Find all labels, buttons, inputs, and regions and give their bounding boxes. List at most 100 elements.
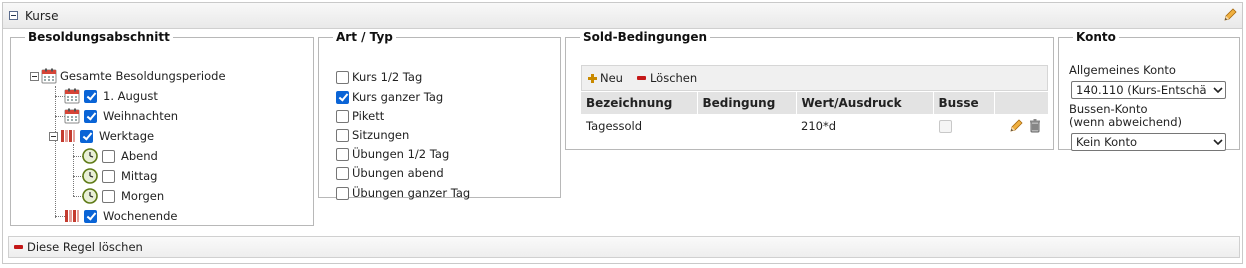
checkbox-abend[interactable] — [102, 149, 115, 163]
sold-table: Bezeichnung Bedingung Wert/Ausdruck Buss… — [581, 92, 1049, 137]
chevron-down-icon — [1211, 87, 1225, 93]
cell-actions — [994, 114, 1048, 137]
bussen-konto-value: Kein Konto — [1076, 135, 1138, 149]
cell-bedingung — [697, 114, 796, 137]
clock-icon — [82, 188, 98, 204]
art-option: Pikett — [336, 107, 384, 125]
column-header[interactable]: Bezeichnung — [581, 92, 698, 115]
table-row[interactable]: Tagessold 210*d — [581, 114, 1048, 137]
checkbox-uebungen-abend[interactable] — [336, 166, 349, 180]
tree-collapse-icon[interactable] — [30, 71, 39, 81]
tree-item-label: Morgen — [121, 189, 165, 203]
table-header-row: Bezeichnung Bedingung Wert/Ausdruck Buss… — [581, 92, 1049, 115]
art-option: Kurs ganzer Tag — [336, 88, 443, 106]
allgemeines-konto-select[interactable]: 140.110 (Kurs-Entschä — [1071, 81, 1226, 99]
delete-rule-label: Diese Regel löschen — [27, 240, 143, 254]
tree-root: Gesamte Besoldungsperiode — [30, 66, 226, 86]
checkbox-kurs-ganzer-tag[interactable] — [336, 90, 349, 104]
tree-item: Weihnachten — [64, 106, 178, 126]
art-option-label: Übungen 1/2 Tag — [352, 147, 450, 161]
tree-item-label: Abend — [121, 149, 158, 163]
tree-item-label: Werktage — [99, 129, 155, 143]
checkbox-mittag[interactable] — [102, 169, 115, 183]
allgemeines-konto-value: 140.110 (Kurs-Entschä — [1076, 83, 1207, 97]
tree-item: Wochenende — [64, 206, 177, 226]
calendar-icon — [41, 68, 57, 84]
checkbox-uebungen-ganzer-tag[interactable] — [336, 186, 349, 200]
checkbox-wochenende[interactable] — [84, 209, 97, 223]
checkbox-weihnachten[interactable] — [84, 109, 97, 123]
art-typ-legend: Art / Typ — [336, 30, 393, 44]
art-option: Übungen 1/2 Tag — [336, 145, 449, 163]
art-option-label: Kurs 1/2 Tag — [352, 70, 423, 84]
art-option: Übungen abend — [336, 164, 444, 182]
delete-button[interactable]: Löschen — [636, 71, 698, 85]
art-option: Kurs 1/2 Tag — [336, 68, 422, 86]
konto-group: Konto Allgemeines Konto 140.110 (Kurs-En… — [1058, 30, 1240, 151]
checkbox-sitzungen[interactable] — [336, 128, 349, 142]
column-header[interactable]: Wert/Ausdruck — [796, 92, 934, 115]
tree-item: Werktage — [49, 126, 154, 146]
delete-rule-button[interactable]: Diese Regel löschen — [8, 236, 1240, 258]
calendar-icon — [64, 108, 80, 124]
art-option-label: Pikett — [352, 109, 385, 123]
trash-icon[interactable] — [1027, 118, 1043, 134]
checkbox-werktage[interactable] — [80, 129, 93, 143]
art-option-label: Sitzungen — [352, 128, 410, 142]
tree-item: 1. August — [64, 86, 158, 106]
cell-busse — [933, 114, 994, 137]
tree-item-label: Mittag — [121, 169, 158, 183]
edit-pencil-icon[interactable] — [1222, 7, 1238, 23]
clock-icon — [82, 148, 98, 164]
panel-header: Kurse — [3, 3, 1242, 29]
tree-root-label: Gesamte Besoldungsperiode — [60, 69, 226, 83]
edit-pencil-icon[interactable] — [1008, 118, 1024, 134]
column-header[interactable]: Bedingung — [697, 92, 797, 115]
sold-bedingungen-group: Sold-Bedingungen Neu Löschen Bezeichnung… — [565, 30, 1054, 150]
tree-collapse-icon[interactable] — [49, 131, 58, 141]
plus-icon — [588, 73, 597, 83]
calendar-icon — [64, 88, 80, 104]
day-bars-icon — [64, 208, 80, 224]
besoldungsabschnitt-legend: Besoldungsabschnitt — [28, 30, 170, 44]
sold-bedingungen-legend: Sold-Bedingungen — [583, 30, 708, 44]
new-button-label: Neu — [600, 71, 623, 85]
art-typ-group: Art / Typ Kurs 1/2 Tag Kurs ganzer Tag P… — [318, 30, 561, 200]
art-option: Übungen ganzer Tag — [336, 184, 470, 202]
new-button[interactable]: Neu — [588, 71, 623, 85]
tree-item-label: Wochenende — [103, 209, 178, 223]
konto-legend: Konto — [1076, 30, 1116, 44]
minus-icon — [14, 245, 23, 249]
panel-title: Kurse — [25, 9, 59, 23]
art-option-label: Übungen abend — [352, 166, 444, 180]
tree-item-label: 1. August — [103, 89, 158, 103]
tree-item: Abend — [82, 146, 158, 166]
checkbox-morgen[interactable] — [102, 189, 115, 203]
minus-icon — [636, 76, 646, 80]
busse-checkbox — [939, 119, 952, 133]
bussen-konto-hint: (wenn abweichend) — [1069, 115, 1182, 129]
checkbox-uebungen-halber-tag[interactable] — [336, 147, 349, 161]
checkbox-1-august[interactable] — [84, 89, 97, 103]
day-bars-icon — [60, 128, 76, 144]
tree-item: Morgen — [82, 186, 164, 206]
bussen-konto-select[interactable]: Kein Konto — [1071, 133, 1226, 151]
collapse-icon[interactable] — [9, 11, 18, 20]
checkbox-kurs-halber-tag[interactable] — [336, 70, 349, 84]
art-option-label: Kurs ganzer Tag — [352, 90, 444, 104]
cell-wert: 210*d — [796, 114, 933, 137]
tree-item-label: Weihnachten — [103, 109, 179, 123]
column-header[interactable]: Busse — [933, 92, 995, 115]
art-option-label: Übungen ganzer Tag — [352, 186, 471, 200]
clock-icon — [82, 168, 98, 184]
sold-toolbar: Neu Löschen — [581, 65, 1048, 91]
chevron-down-icon — [1211, 139, 1225, 145]
allgemeines-konto-label: Allgemeines Konto — [1069, 63, 1176, 77]
besoldungsabschnitt-group: Besoldungsabschnitt Gesamte Besoldungspe… — [10, 30, 314, 226]
checkbox-pikett[interactable] — [336, 109, 349, 123]
art-option: Sitzungen — [336, 126, 409, 144]
bussen-konto-label: Bussen-Konto — [1069, 102, 1148, 116]
cell-bezeichnung: Tagessold — [581, 114, 697, 137]
column-header-actions — [994, 92, 1049, 115]
delete-button-label: Löschen — [649, 71, 698, 85]
